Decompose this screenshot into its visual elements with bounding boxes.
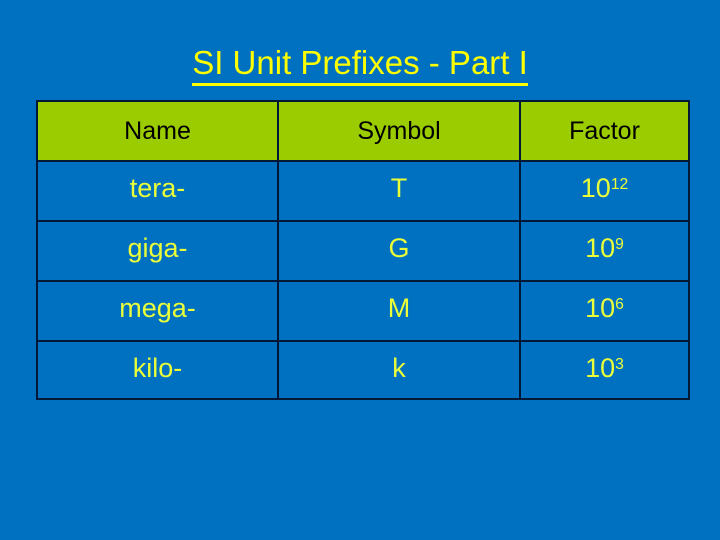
cell-name: tera- — [36, 160, 279, 222]
page-title: SI Unit Prefixes - Part I — [0, 44, 720, 86]
cell-factor: 106 — [519, 280, 690, 342]
cell-symbol: T — [277, 160, 521, 222]
factor-exponent: 9 — [615, 235, 624, 253]
factor-base: 10 — [585, 233, 616, 263]
cell-factor: 103 — [519, 340, 690, 400]
table-row: tera- T 1012 — [36, 160, 690, 222]
slide-canvas: SI Unit Prefixes - Part I Name Symbol Fa… — [0, 0, 720, 540]
factor-base: 10 — [585, 353, 616, 383]
factor-base: 10 — [580, 173, 611, 203]
cell-name: giga- — [36, 220, 279, 282]
factor-exponent: 6 — [615, 295, 624, 313]
page-title-text: SI Unit Prefixes - Part I — [192, 44, 528, 86]
table-row: mega- M 106 — [36, 280, 690, 342]
cell-symbol: k — [277, 340, 521, 400]
factor-exponent: 12 — [610, 175, 629, 193]
si-prefixes-table: Name Symbol Factor tera- T 1012 giga- G … — [36, 100, 690, 400]
cell-factor: 109 — [519, 220, 690, 282]
cell-symbol: M — [277, 280, 521, 342]
cell-symbol: G — [277, 220, 521, 282]
table-header-row: Name Symbol Factor — [36, 100, 690, 162]
table-row: kilo- k 103 — [36, 340, 690, 400]
table-row: giga- G 109 — [36, 220, 690, 282]
table-body: tera- T 1012 giga- G 109 mega- M 106 kil… — [36, 160, 690, 400]
table-header: Name Symbol Factor — [36, 100, 690, 162]
factor-exponent: 3 — [615, 355, 624, 373]
column-header-factor: Factor — [519, 100, 690, 162]
factor-base: 10 — [585, 293, 616, 323]
cell-factor: 1012 — [519, 160, 690, 222]
cell-name: kilo- — [36, 340, 279, 400]
column-header-name: Name — [36, 100, 279, 162]
cell-name: mega- — [36, 280, 279, 342]
column-header-symbol: Symbol — [277, 100, 521, 162]
